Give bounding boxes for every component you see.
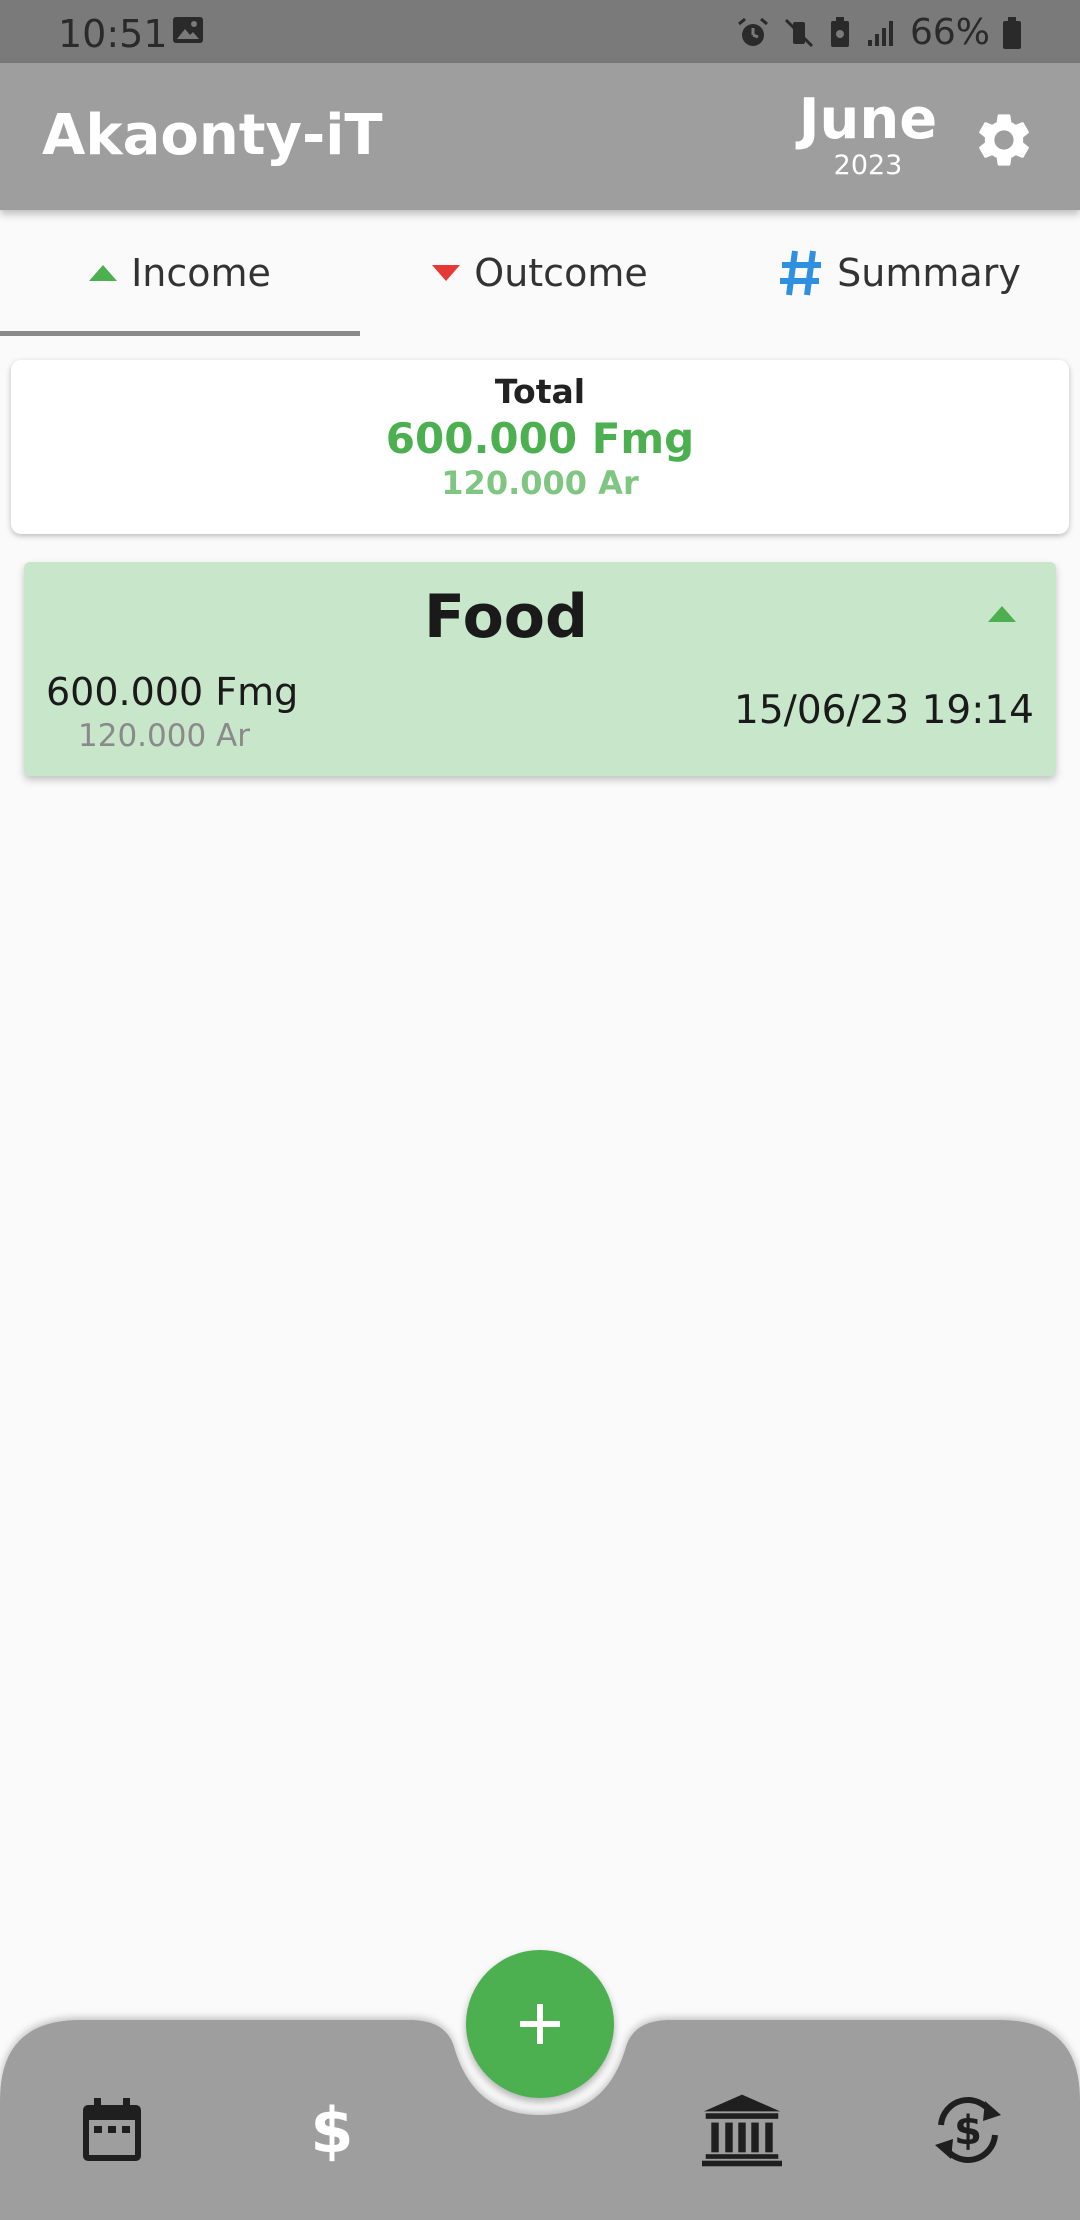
month-selector[interactable]: June 2023 bbox=[790, 89, 946, 181]
vibrate-mute-icon bbox=[784, 18, 814, 47]
battery-percentage: 66% bbox=[909, 12, 990, 53]
tab-income-label: Income bbox=[131, 251, 271, 295]
battery-saver-icon bbox=[830, 16, 849, 47]
currency-exchange-icon: $ bbox=[935, 2097, 1001, 2163]
svg-text:$: $ bbox=[310, 2098, 353, 2162]
tab-bar: Income Outcome Summary bbox=[0, 210, 1080, 336]
entry-amount-fmg: 600.000 Fmg bbox=[46, 670, 299, 714]
entry-datetime: 15/06/23 19:14 bbox=[734, 688, 1034, 733]
entry-amount-ar: 120.000 Ar bbox=[78, 718, 250, 754]
calendar-icon bbox=[83, 2098, 141, 2161]
total-ar: 120.000 Ar bbox=[441, 464, 639, 502]
calendar-button[interactable] bbox=[72, 2090, 152, 2170]
gear-icon[interactable] bbox=[972, 108, 1036, 172]
app-title: Akaonty-iT bbox=[42, 103, 383, 168]
hash-icon bbox=[780, 250, 822, 296]
triangle-up-icon bbox=[89, 265, 118, 281]
month-name: June bbox=[798, 87, 938, 152]
triangle-up-icon bbox=[988, 606, 1016, 622]
total-card: Total 600.000 Fmg 120.000 Ar bbox=[11, 360, 1069, 534]
entry-title: Food bbox=[424, 582, 588, 652]
tab-outcome[interactable]: Outcome bbox=[360, 210, 720, 336]
status-time: 10:51 bbox=[58, 12, 168, 56]
add-icon bbox=[520, 2004, 560, 2044]
triangle-down-icon bbox=[432, 265, 461, 281]
tab-outcome-label: Outcome bbox=[474, 251, 648, 295]
total-fmg: 600.000 Fmg bbox=[385, 414, 695, 463]
month-year: 2023 bbox=[833, 150, 903, 181]
tab-summary[interactable]: Summary bbox=[720, 210, 1080, 336]
bank-icon bbox=[702, 2094, 782, 2167]
svg-text:$: $ bbox=[954, 2108, 982, 2154]
list-item[interactable]: Food 600.000 Fmg 120.000 Ar 15/06/23 19:… bbox=[24, 562, 1056, 776]
signal-icon bbox=[867, 20, 893, 46]
status-bar: 10:51 66% bbox=[0, 0, 1080, 63]
dollar-icon: $ bbox=[310, 2098, 353, 2162]
app-bar: Akaonty-iT June 2023 bbox=[0, 63, 1080, 210]
exchange-button[interactable]: $ bbox=[928, 2090, 1008, 2170]
tab-summary-label: Summary bbox=[837, 251, 1021, 295]
battery-icon bbox=[1003, 16, 1021, 49]
currency-button[interactable]: $ bbox=[292, 2090, 372, 2170]
bank-button[interactable] bbox=[702, 2090, 782, 2170]
image-notification-icon bbox=[173, 17, 203, 43]
total-label: Total bbox=[494, 372, 586, 411]
add-button[interactable] bbox=[466, 1950, 614, 2098]
tab-income[interactable]: Income bbox=[0, 210, 360, 336]
alarm-icon bbox=[738, 17, 768, 46]
